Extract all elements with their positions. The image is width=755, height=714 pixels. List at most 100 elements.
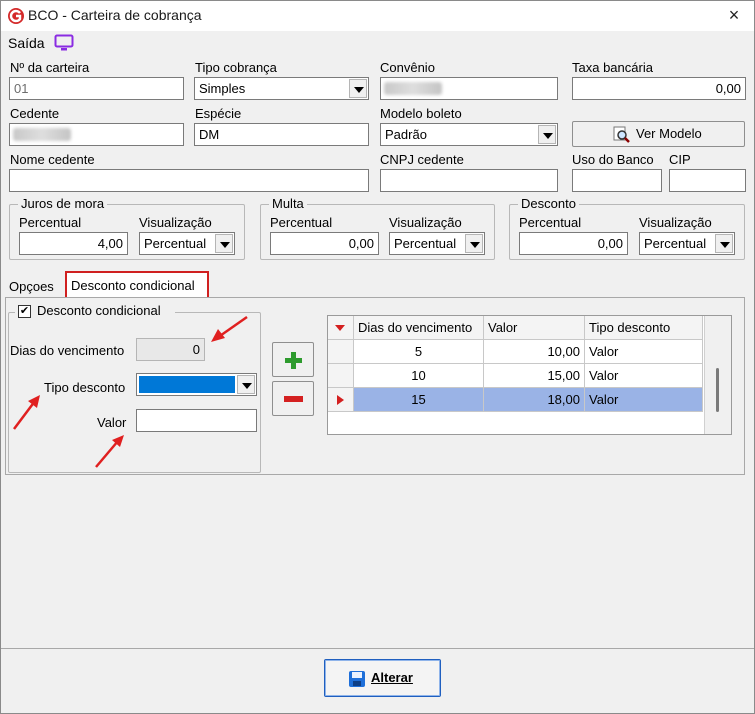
chevron-down-icon[interactable]	[715, 234, 733, 253]
desconto-condicional-check-wrap: ✔ Desconto condicional	[15, 303, 175, 321]
desconto-visualizacao-value: Percentual	[644, 236, 707, 251]
nome-cedente-field[interactable]	[9, 169, 369, 192]
tab-opcoes[interactable]: Opçoes	[9, 279, 54, 294]
chevron-down-icon[interactable]	[215, 234, 233, 253]
juros-percentual-field[interactable]: 4,00	[19, 232, 128, 255]
chevron-down-icon[interactable]	[349, 79, 367, 98]
grid-cell-valor[interactable]: 10,00	[484, 340, 585, 364]
close-icon[interactable]: ×	[723, 4, 745, 26]
desconto-condicional-check-label: Desconto condicional	[37, 303, 161, 318]
dias-vencimento-field[interactable]: 0	[136, 338, 205, 361]
multa-percentual-label: Percentual	[270, 215, 333, 230]
annotation-arrow-icon	[211, 315, 248, 342]
convenio-field[interactable]	[380, 77, 558, 100]
modelo-boleto-select[interactable]: Padrão	[380, 123, 558, 146]
tipo-cobranca-select[interactable]: Simples	[194, 77, 369, 100]
grid-cell-tipo[interactable]: Valor	[585, 364, 703, 388]
juros-group-title: Juros de mora	[18, 196, 108, 211]
cedente-field[interactable]	[9, 123, 184, 146]
window-title: BCO - Carteira de cobrança	[28, 7, 202, 23]
exit-menu-item[interactable]: Saída	[8, 35, 45, 51]
minus-icon	[284, 396, 303, 402]
convenio-label: Convênio	[380, 60, 435, 75]
cnpj-cedente-label: CNPJ cedente	[380, 152, 464, 167]
cip-field[interactable]	[669, 169, 746, 192]
taxa-bancaria-label: Taxa bancária	[572, 60, 653, 75]
desconto-condicional-checkbox[interactable]: ✔	[18, 305, 31, 318]
grid-cell-dias[interactable]: 15	[354, 388, 484, 412]
taxa-bancaria-field[interactable]: 0,00	[572, 77, 746, 100]
grid-cell-tipo[interactable]: Valor	[585, 388, 703, 412]
grid-header-corner	[328, 316, 354, 340]
tipo-cobranca-label: Tipo cobrança	[195, 60, 277, 75]
footer-divider	[1, 648, 754, 649]
desconto-percentual-field[interactable]: 0,00	[519, 232, 628, 255]
scrollbar-thumb[interactable]	[716, 368, 719, 412]
uso-banco-field[interactable]	[572, 169, 662, 192]
modelo-boleto-value: Padrão	[385, 127, 427, 142]
multa-visualizacao-select[interactable]: Percentual	[389, 232, 485, 255]
annotation-arrow-icon	[95, 435, 124, 468]
add-row-button[interactable]	[272, 342, 314, 377]
tipo-desconto-select[interactable]	[136, 373, 257, 396]
num-carteira-label: Nº da carteira	[10, 60, 90, 75]
app-logo-icon	[8, 8, 24, 24]
title-bar: BCO - Carteira de cobrança ×	[1, 1, 754, 31]
grid-row-indicator[interactable]	[328, 364, 354, 388]
desconto-visualizacao-label: Visualização	[639, 215, 712, 230]
ver-modelo-label: Ver Modelo	[636, 126, 702, 141]
nome-cedente-label: Nome cedente	[10, 152, 95, 167]
especie-field[interactable]: DM	[194, 123, 369, 146]
row-pointer-icon	[337, 395, 344, 405]
multa-percentual-field[interactable]: 0,00	[270, 232, 379, 255]
grid-cell-valor[interactable]: 18,00	[484, 388, 585, 412]
cnpj-cedente-field[interactable]	[380, 169, 558, 192]
grid-cell-dias[interactable]: 5	[354, 340, 484, 364]
cedente-label: Cedente	[10, 106, 60, 121]
multa-visualizacao-label: Visualização	[389, 215, 462, 230]
magnifier-icon	[613, 126, 630, 143]
valor-label: Valor	[97, 415, 127, 430]
tipo-desconto-label: Tipo desconto	[44, 380, 126, 395]
dialog-window: BCO - Carteira de cobrança × Saída Nº da…	[0, 0, 755, 714]
tipo-cobranca-value: Simples	[199, 81, 246, 96]
juros-visualizacao-value: Percentual	[144, 236, 207, 251]
chevron-down-icon[interactable]	[538, 125, 556, 144]
desconto-percentual-label: Percentual	[519, 215, 582, 230]
remove-row-button[interactable]	[272, 381, 314, 416]
alterar-label: Alterar	[371, 670, 413, 685]
grid-header-valor[interactable]: Valor	[484, 316, 585, 340]
blurred-value	[384, 82, 442, 95]
tipo-desconto-highlight	[139, 376, 235, 393]
grid-cell-valor[interactable]: 15,00	[484, 364, 585, 388]
grid-row-indicator-selected[interactable]	[328, 388, 354, 412]
tab-desconto-condicional[interactable]: Desconto condicional	[65, 271, 209, 300]
grid-scrollbar[interactable]	[704, 316, 731, 434]
juros-percentual-label: Percentual	[19, 215, 82, 230]
desconto-visualizacao-select[interactable]: Percentual	[639, 232, 735, 255]
sort-triangle-icon	[335, 325, 345, 331]
grid-header-dias[interactable]: Dias do vencimento	[354, 316, 484, 340]
chevron-down-icon[interactable]	[465, 234, 483, 253]
save-disk-icon	[349, 671, 365, 687]
cip-label: CIP	[669, 152, 691, 167]
monitor-icon[interactable]	[54, 34, 74, 52]
multa-visualizacao-value: Percentual	[394, 236, 457, 251]
plus-icon	[285, 352, 302, 369]
grid-header-tipo[interactable]: Tipo desconto	[585, 316, 703, 340]
discount-grid: Dias do vencimento Valor Tipo desconto 5…	[327, 315, 732, 435]
chevron-down-icon[interactable]	[237, 375, 255, 394]
alterar-button[interactable]: Alterar	[324, 659, 441, 697]
annotation-arrow-icon	[13, 395, 40, 430]
juros-visualizacao-select[interactable]: Percentual	[139, 232, 235, 255]
grid-row-indicator[interactable]	[328, 340, 354, 364]
juros-visualizacao-label: Visualização	[139, 215, 212, 230]
tab-desconto-condicional-label: Desconto condicional	[71, 278, 195, 293]
ver-modelo-button[interactable]: Ver Modelo	[572, 121, 745, 147]
modelo-boleto-label: Modelo boleto	[380, 106, 462, 121]
blurred-value	[13, 128, 71, 141]
grid-cell-dias[interactable]: 10	[354, 364, 484, 388]
valor-field[interactable]	[136, 409, 257, 432]
grid-cell-tipo[interactable]: Valor	[585, 340, 703, 364]
num-carteira-field[interactable]: 01	[9, 77, 184, 100]
